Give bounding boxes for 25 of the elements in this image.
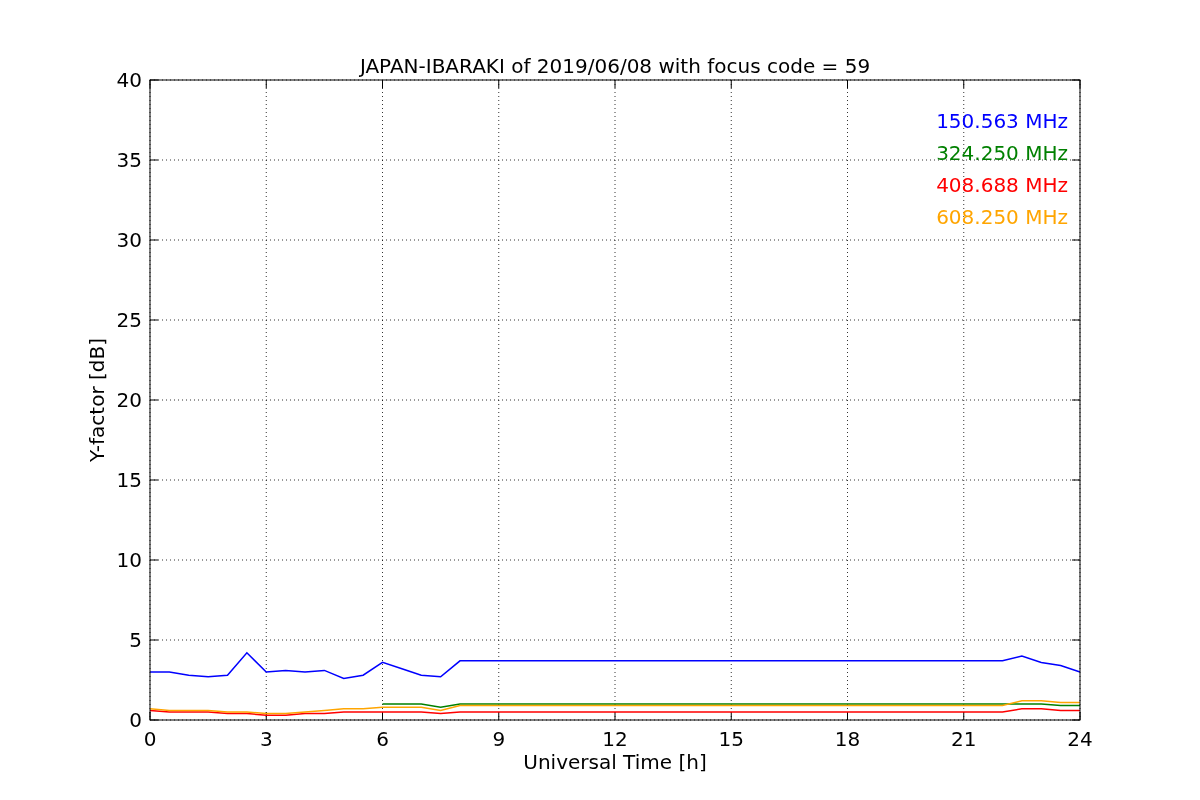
y-tick-label: 25: [116, 308, 142, 332]
x-tick-label: 6: [376, 727, 389, 751]
legend-label: 408.688 MHz: [936, 173, 1068, 197]
x-tick-label: 0: [143, 727, 157, 751]
x-tick-label: 12: [602, 727, 628, 751]
y-tick-label: 40: [116, 68, 142, 92]
y-axis-label: Y-factor [dB]: [85, 338, 109, 462]
x-tick-label: 3: [259, 727, 273, 751]
x-tick-label: 21: [951, 727, 977, 751]
y-tick-label: 15: [116, 468, 142, 492]
legend-label: 608.250 MHz: [936, 205, 1068, 229]
x-tick-label: 18: [834, 727, 861, 751]
y-tick-label: 30: [116, 228, 142, 252]
x-tick-label: 9: [492, 727, 506, 751]
x-tick-label: 24: [1067, 727, 1093, 751]
y-tick-label: 35: [116, 148, 142, 172]
x-axis-label: Universal Time [h]: [523, 750, 707, 774]
legend-label: 150.563 MHz: [936, 109, 1068, 133]
x-tick-label: 15: [718, 727, 744, 751]
legend-label: 324.250 MHz: [936, 141, 1068, 165]
y-tick-label: 0: [129, 708, 142, 732]
y-tick-label: 10: [116, 548, 142, 572]
y-tick-label: 20: [116, 388, 142, 412]
y-tick-label: 5: [129, 628, 142, 652]
chart-title: JAPAN-IBARAKI of 2019/06/08 with focus code = 59: [359, 54, 871, 78]
